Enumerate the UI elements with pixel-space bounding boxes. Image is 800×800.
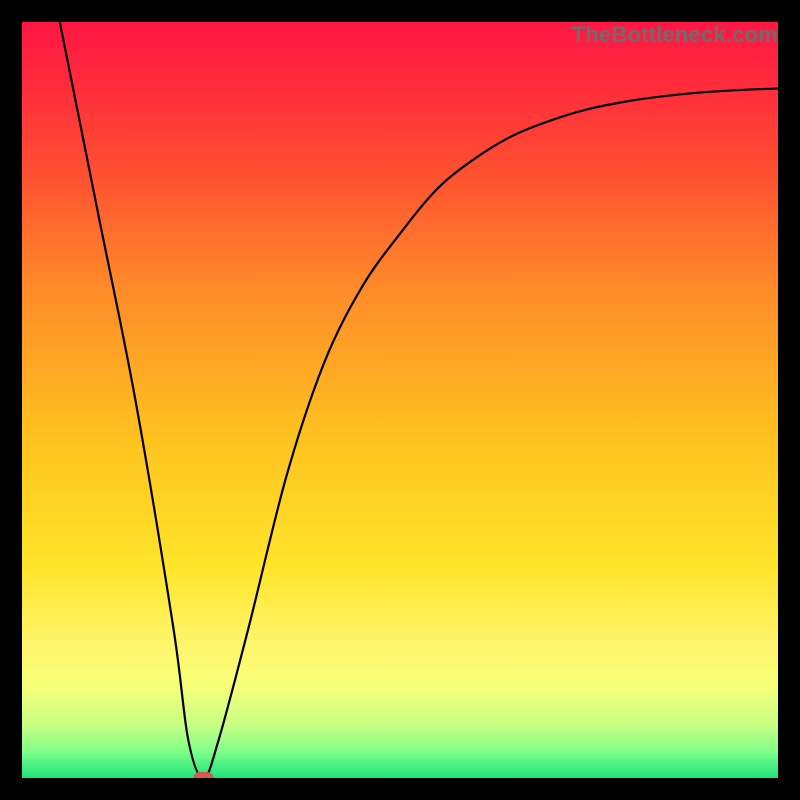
chart-svg	[22, 22, 778, 778]
watermark-text: TheBottleneck.com	[572, 22, 778, 48]
optimum-marker	[193, 772, 213, 778]
plot-area	[22, 22, 778, 778]
chart-frame: TheBottleneck.com	[0, 0, 800, 800]
